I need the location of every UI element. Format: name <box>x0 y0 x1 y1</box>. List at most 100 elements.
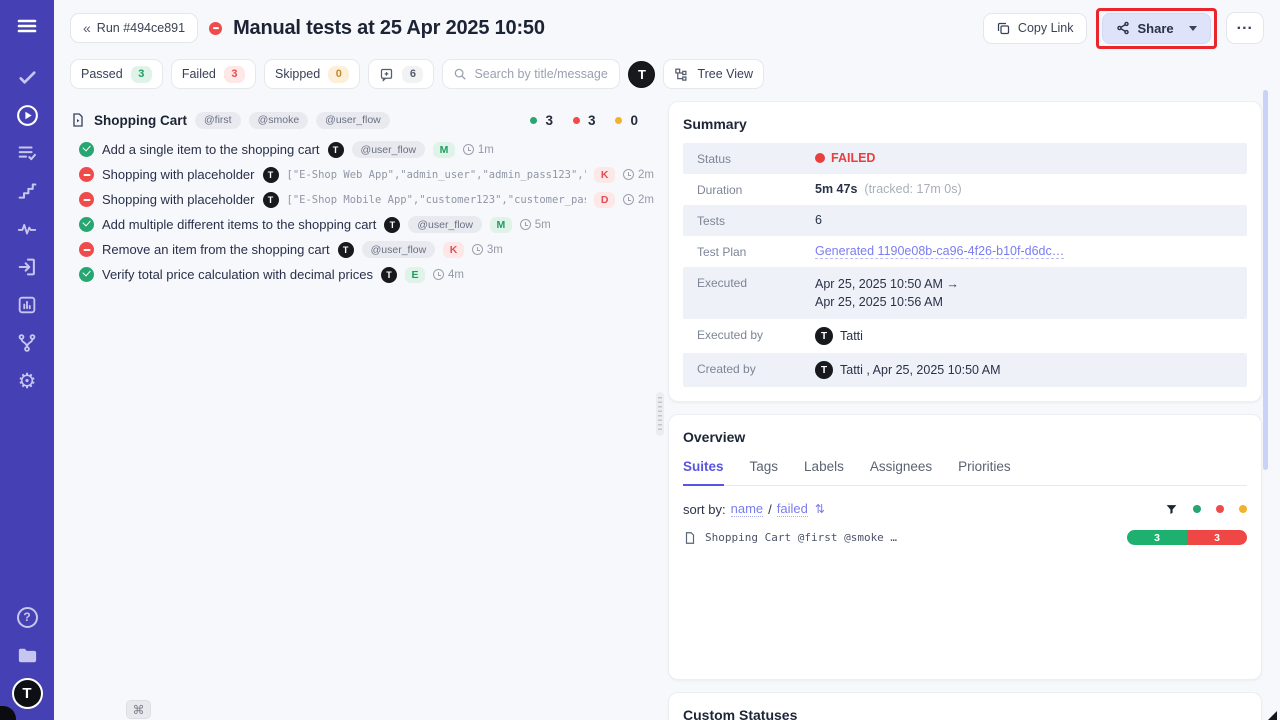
failed-minus-icon <box>79 167 94 182</box>
summary-row-tests: Tests 6 <box>683 205 1247 236</box>
sidebar-nav: ⚙ <box>0 58 54 400</box>
runs-play-icon[interactable] <box>0 96 54 134</box>
test-letter-badge: E <box>405 267 425 283</box>
passed-check-icon <box>79 142 94 157</box>
test-letter-badge: M <box>433 142 455 158</box>
test-tag[interactable]: @user_flow <box>352 141 426 158</box>
test-list: Add a single item to the shopping cart T… <box>70 137 654 287</box>
tab-labels[interactable]: Labels <box>804 459 844 485</box>
import-signin-icon[interactable] <box>0 248 54 286</box>
tree-view-button[interactable]: Tree View <box>663 59 764 89</box>
copy-link-button[interactable]: Copy Link <box>983 13 1087 44</box>
back-to-run-button[interactable]: « Run #494ce891 <box>70 13 198 43</box>
right-scrollbar[interactable] <box>1263 90 1268 470</box>
sort-by-failed-link[interactable]: failed <box>777 501 808 517</box>
test-tag[interactable]: @user_flow <box>362 241 436 258</box>
projects-folder-icon[interactable] <box>0 636 54 674</box>
comments-filter-button[interactable]: 6 <box>368 59 434 89</box>
test-letter-badge: D <box>594 192 615 208</box>
mouse-cursor <box>1268 711 1277 720</box>
summary-table: Status FAILED Duration 5m 47s(tracked: 1… <box>683 143 1247 387</box>
app-root: ⚙ T « Run #494ce891 Manual tests at 25 A… <box>0 0 1280 720</box>
test-title: Shopping with placeholder <box>102 167 255 182</box>
test-plan-link[interactable]: Generated 1190e08b-ca96-4f26-b10f-d6dc… <box>815 244 1064 259</box>
search-input[interactable] <box>474 67 609 81</box>
sort-by-name-link[interactable]: name <box>731 501 764 517</box>
share-dropdown-caret-icon[interactable] <box>1189 26 1197 31</box>
assignee-avatar: T <box>384 217 400 233</box>
branches-git-icon[interactable] <box>0 324 54 362</box>
plans-list-check-icon[interactable] <box>0 134 54 172</box>
back-run-label: Run #494ce891 <box>97 21 185 35</box>
suite-tag[interactable]: @first <box>195 112 241 129</box>
details-pane: Summary Status FAILED Duration 5m 47s(tr… <box>666 99 1280 720</box>
executed-dates: Apr 25, 2025 10:50 AM →Apr 25, 2025 10:5… <box>815 275 959 311</box>
pulse-activity-icon[interactable] <box>0 210 54 248</box>
custom-statuses-title: Custom Statuses <box>683 707 1247 720</box>
test-tag[interactable]: @user_flow <box>408 216 482 233</box>
milestones-steps-icon[interactable] <box>0 172 54 210</box>
test-row[interactable]: Shopping with placeholder T ["E-Shop Web… <box>70 162 654 187</box>
status-failed-value: FAILED <box>815 151 875 165</box>
header-actions: Copy Link Share ... <box>983 8 1264 49</box>
test-row[interactable]: Shopping with placeholder T ["E-Shop Mob… <box>70 187 654 212</box>
test-example-args: ["E-Shop Web App","admin_user","admin_pa… <box>287 169 587 181</box>
more-options-button[interactable]: ... <box>1226 12 1264 44</box>
clock-icon <box>623 169 634 180</box>
test-duration: 3m <box>472 244 503 256</box>
tab-suites[interactable]: Suites <box>683 459 724 486</box>
user-avatar[interactable]: T <box>628 61 655 88</box>
overview-card: Overview Suites Tags Labels Assignees Pr… <box>668 414 1262 680</box>
failed-count-badge: 3 <box>224 66 245 83</box>
pane-resize-handle[interactable] <box>656 392 664 436</box>
share-button[interactable]: Share <box>1102 13 1211 44</box>
summary-row-executed-by: Executed by TTatti <box>683 319 1247 353</box>
assignee-avatar: T <box>381 267 397 283</box>
test-letter-badge: K <box>443 242 464 258</box>
creator-avatar: T <box>815 361 833 379</box>
tests-pane: Shopping Cart @first @smoke @user_flow 3… <box>54 99 654 720</box>
test-row[interactable]: Add multiple different items to the shop… <box>70 212 654 237</box>
suite-tag[interactable]: @user_flow <box>316 112 390 129</box>
overview-suite-row[interactable]: Shopping Cart @first @smoke … 3 3 <box>683 530 1247 545</box>
filter-failed-button[interactable]: Failed 3 <box>171 59 256 89</box>
test-duration: 4m <box>433 269 464 281</box>
sort-direction-icon[interactable]: ⇅ <box>815 502 825 516</box>
overview-tabs: Suites Tags Labels Assignees Priorities <box>683 459 1247 486</box>
tab-assignees[interactable]: Assignees <box>870 459 932 485</box>
legend-passed-dot[interactable] <box>1193 505 1201 513</box>
test-row[interactable]: Add a single item to the shopping cart T… <box>70 137 654 162</box>
keyboard-shortcuts-button[interactable]: ⌘ <box>126 700 151 719</box>
filter-funnel-icon[interactable] <box>1165 503 1178 516</box>
suite-header-row[interactable]: Shopping Cart @first @smoke @user_flow 3… <box>70 107 654 133</box>
tests-check-icon[interactable] <box>0 58 54 96</box>
search-box[interactable] <box>442 59 620 89</box>
share-label: Share <box>1138 21 1174 36</box>
clock-icon <box>463 144 474 155</box>
hamburger-menu-icon[interactable] <box>0 0 54 52</box>
legend-skipped-dot[interactable] <box>1239 505 1247 513</box>
help-icon[interactable] <box>0 598 54 636</box>
tab-priorities[interactable]: Priorities <box>958 459 1011 485</box>
test-row[interactable]: Remove an item from the shopping cart T … <box>70 237 654 262</box>
suite-tag[interactable]: @smoke <box>249 112 309 129</box>
skipped-dot-icon <box>615 117 622 124</box>
test-duration: 5m <box>520 219 551 231</box>
reports-chart-icon[interactable] <box>0 286 54 324</box>
created-by-value: TTatti , Apr 25, 2025 10:50 AM <box>815 361 1001 379</box>
search-icon <box>453 67 467 81</box>
main-area: « Run #494ce891 Manual tests at 25 Apr 2… <box>54 0 1280 720</box>
settings-gear-icon[interactable]: ⚙ <box>0 362 54 400</box>
sort-by-label: sort by: <box>683 502 726 517</box>
tab-tags[interactable]: Tags <box>750 459 779 485</box>
test-row[interactable]: Verify total price calculation with deci… <box>70 262 654 287</box>
filter-passed-button[interactable]: Passed 3 <box>70 59 163 89</box>
bar-passed-segment: 3 <box>1127 530 1187 545</box>
passed-label: Passed <box>81 67 123 81</box>
skipped-count-badge: 0 <box>328 66 349 83</box>
filter-skipped-button[interactable]: Skipped 0 <box>264 59 360 89</box>
legend-failed-dot[interactable] <box>1216 505 1224 513</box>
document-icon <box>683 531 697 545</box>
test-letter-badge: M <box>490 217 512 233</box>
assignee-avatar: T <box>328 142 344 158</box>
